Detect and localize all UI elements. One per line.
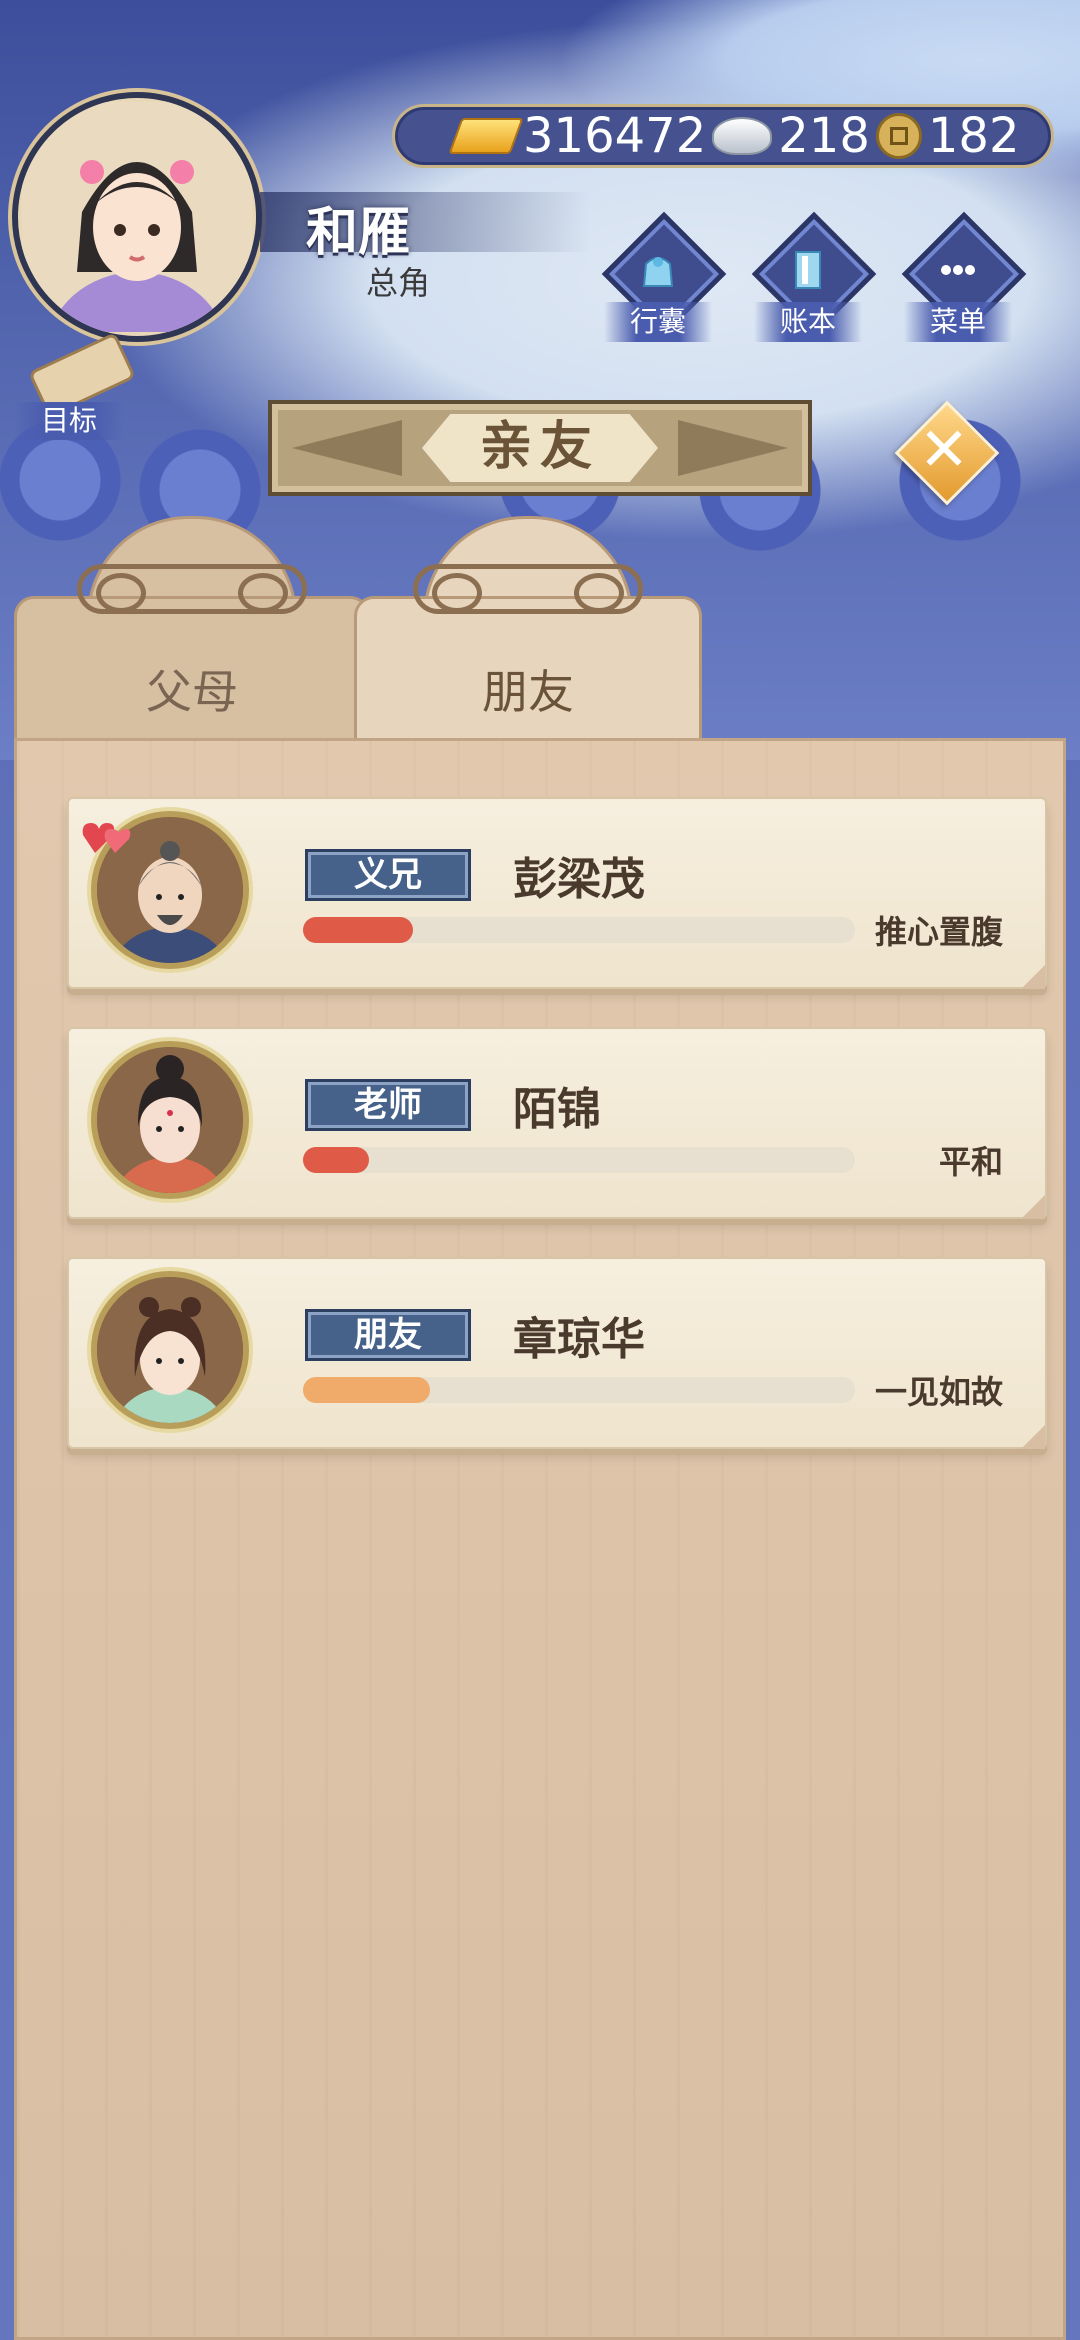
affinity-status: 一见如故: [874, 1373, 1003, 1411]
tab-friends[interactable]: 朋友: [354, 516, 702, 750]
relation-tag: 朋友: [305, 1309, 471, 1361]
relation-card[interactable]: 老师 陌锦 平和: [67, 1027, 1047, 1219]
affinity-status: 推心置腹: [874, 913, 1003, 951]
affinity-bar: [303, 1377, 855, 1403]
ledger-button[interactable]: 账本: [748, 211, 877, 342]
target-button[interactable]: 目标: [14, 332, 137, 442]
teacher-portrait-icon: [97, 1047, 243, 1193]
page-title: 亲友: [479, 417, 600, 477]
menu-label: 菜单: [904, 302, 1012, 342]
ledger-label: 账本: [754, 302, 862, 342]
npc-name: 彭梁茂: [513, 854, 645, 905]
npc-avatar[interactable]: [91, 1041, 249, 1199]
player-role: 总角: [366, 264, 431, 302]
close-button[interactable]: ✕: [894, 400, 1000, 506]
menu-button[interactable]: 菜单: [898, 211, 1027, 342]
affinity-fill: [303, 1147, 370, 1173]
affinity-status: 平和: [938, 1143, 1003, 1181]
relation-tag: 老师: [305, 1079, 471, 1131]
title-plaque: 亲友: [268, 400, 812, 496]
coin-amount: 182: [927, 108, 1020, 164]
bag-icon: [642, 257, 674, 287]
copper-coin-icon: [875, 113, 922, 159]
cloud-ornament-icon: [77, 564, 307, 614]
cloud-ornament-icon: [413, 564, 643, 614]
affinity-bar: [303, 917, 855, 943]
friend-portrait-icon: [97, 1277, 243, 1423]
silver-ingot-icon: [712, 117, 773, 155]
bag-label: 行囊: [604, 302, 712, 342]
menu-dots-icon: [941, 265, 975, 275]
affinity-fill: [303, 917, 414, 943]
relation-tag: 义兄: [305, 849, 471, 901]
gold-amount: 316472: [523, 108, 707, 164]
heart-icon: [82, 823, 131, 853]
currency-bar: 316472 218 182: [392, 104, 1054, 168]
gold-ingot-icon: [448, 118, 524, 154]
affinity-fill: [303, 1377, 430, 1403]
player-name: 和雁: [306, 203, 411, 263]
npc-name: 陌锦: [513, 1084, 601, 1135]
bag-button[interactable]: 行囊: [598, 211, 727, 342]
affinity-bar: [303, 1147, 855, 1173]
player-avatar[interactable]: [12, 92, 262, 342]
tab-parents-label: 父母: [146, 665, 238, 719]
target-label: 目标: [14, 402, 124, 440]
relations-panel: 义兄 彭梁茂 推心置腹 老师 陌锦 平和 朋友 章琼华 一见如故: [14, 738, 1066, 2340]
ledger-icon: [795, 251, 821, 289]
npc-avatar[interactable]: [91, 1271, 249, 1429]
player-portrait-icon: [22, 102, 252, 332]
npc-name: 章琼华: [513, 1314, 645, 1365]
silver-amount: 218: [778, 108, 870, 164]
tab-parents[interactable]: 父母: [14, 516, 370, 750]
relation-card[interactable]: 朋友 章琼华 一见如故: [67, 1257, 1047, 1449]
relation-card[interactable]: 义兄 彭梁茂 推心置腹: [67, 797, 1047, 989]
close-icon: ✕: [918, 415, 970, 485]
tab-friends-label: 朋友: [482, 665, 574, 719]
